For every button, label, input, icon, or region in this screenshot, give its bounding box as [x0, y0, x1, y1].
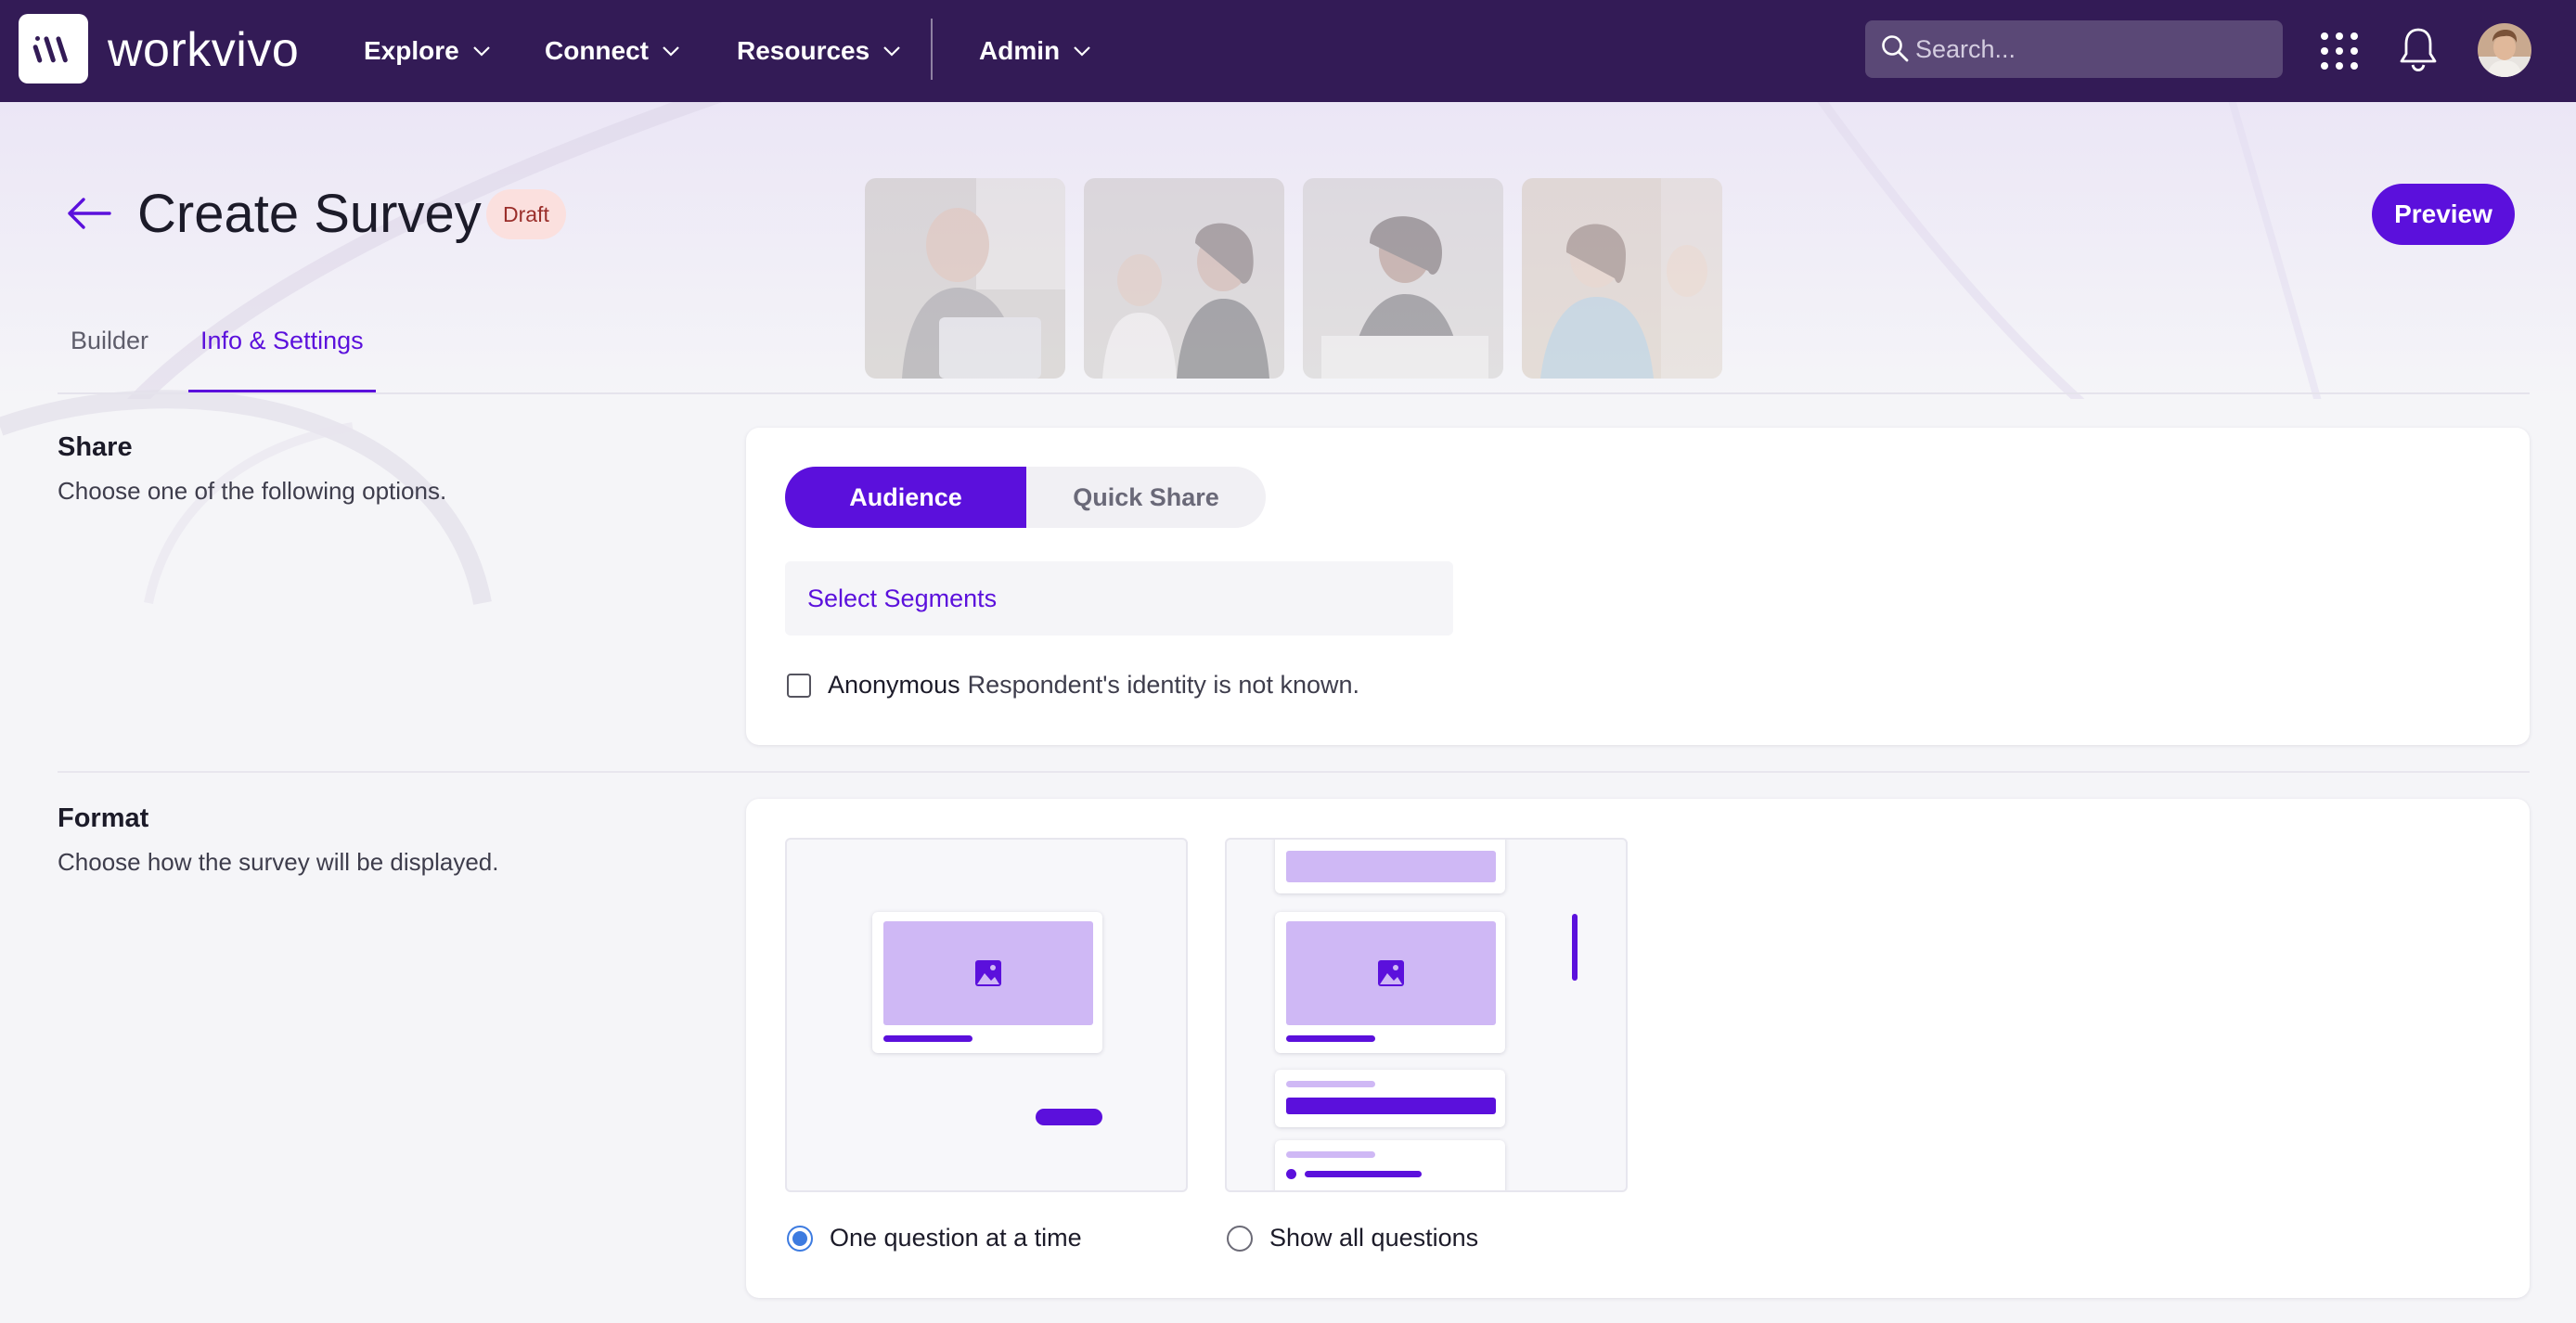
decorative-arc: [0, 390, 492, 605]
tab-builder[interactable]: Builder: [71, 327, 148, 392]
preview-button[interactable]: Preview: [2372, 184, 2515, 245]
anonymous-option: Anonymous Respondent's identity is not k…: [787, 671, 1359, 700]
preview-question-card: [1275, 1070, 1505, 1127]
anonymous-checkbox[interactable]: [787, 673, 811, 698]
search-icon: [1880, 33, 1910, 68]
audience-toggle-button[interactable]: Audience: [785, 467, 1026, 528]
preview-question-card: [872, 912, 1102, 1053]
nav-connect[interactable]: Connect: [545, 31, 680, 71]
quick-share-toggle-button[interactable]: Quick Share: [1026, 467, 1266, 528]
status-badge: Draft: [486, 189, 566, 239]
preview-bar: [1305, 1171, 1422, 1177]
header-photo: [1522, 178, 1722, 379]
header-photo: [865, 178, 1065, 379]
share-mode-toggle: Audience Quick Share: [785, 467, 1266, 528]
preview-question-card: [1275, 1140, 1505, 1190]
section-divider: [58, 771, 2530, 773]
anonymous-label: Anonymous: [828, 671, 960, 699]
preview-bar: [1286, 1151, 1375, 1158]
preview-bar: [1286, 1081, 1375, 1087]
chevron-down-icon: [662, 45, 680, 57]
chevron-down-icon: [1073, 45, 1091, 57]
preview-question-card: [1275, 840, 1505, 893]
preview-next-button: [1036, 1109, 1102, 1125]
bell-icon[interactable]: [2398, 26, 2439, 77]
top-navigation: workvivo Explore Connect Resources Admin: [0, 0, 2576, 102]
share-section-title: Share: [58, 432, 133, 462]
header-photo: [1303, 178, 1503, 379]
format-option-label: Show all questions: [1269, 1224, 1479, 1252]
radio-button-selected[interactable]: [787, 1225, 813, 1252]
format-option-label: One question at a time: [830, 1224, 1082, 1252]
format-section-title: Format: [58, 803, 149, 833]
select-segments-field[interactable]: Select Segments: [785, 561, 1453, 636]
page-title: Create Survey: [137, 184, 482, 244]
preview-bar: [1286, 851, 1496, 882]
preview-dot: [1286, 1169, 1296, 1179]
format-radio-one-at-a-time[interactable]: One question at a time: [787, 1224, 1082, 1252]
avatar[interactable]: [2478, 23, 2531, 77]
image-icon: [1286, 921, 1496, 1025]
preview-scrollbar: [1572, 914, 1578, 981]
anonymous-description: Respondent's identity is not known.: [967, 671, 1359, 699]
radio-button[interactable]: [1227, 1225, 1253, 1252]
preview-question-card: [1275, 912, 1505, 1053]
preview-bar: [1286, 1098, 1496, 1114]
nav-explore[interactable]: Explore: [364, 31, 491, 71]
header-photo: [1084, 178, 1284, 379]
format-card: One question at a time Show all question…: [746, 799, 2530, 1298]
nav-resources[interactable]: Resources: [737, 31, 901, 71]
nav-resources-label: Resources: [737, 36, 870, 65]
grid-icon[interactable]: [2320, 32, 2359, 75]
nav-explore-label: Explore: [364, 36, 459, 65]
format-option-show-all[interactable]: [1225, 838, 1628, 1192]
share-section-description: Choose one of the following options.: [58, 477, 447, 505]
tab-info-settings[interactable]: Info & Settings: [189, 327, 375, 392]
nav-connect-label: Connect: [545, 36, 649, 65]
search-box: [1865, 20, 2283, 78]
workvivo-logo-icon[interactable]: [19, 14, 88, 83]
preview-bar: [1286, 1035, 1375, 1042]
search-input[interactable]: [1915, 20, 2268, 78]
brand-name[interactable]: workvivo: [108, 22, 299, 78]
nav-divider: [931, 19, 933, 80]
image-icon: [883, 921, 1093, 1025]
format-radio-show-all[interactable]: Show all questions: [1227, 1224, 1478, 1252]
share-card: Audience Quick Share Select Segments Ano…: [746, 428, 2530, 745]
preview-bar: [883, 1035, 972, 1042]
arrow-left-icon[interactable]: [65, 193, 113, 238]
header-background: [0, 102, 2576, 399]
nav-admin-label: Admin: [979, 36, 1061, 65]
chevron-down-icon: [882, 45, 901, 57]
format-option-one-at-a-time[interactable]: [785, 838, 1188, 1192]
nav-admin[interactable]: Admin: [979, 31, 1091, 71]
format-section-description: Choose how the survey will be displayed.: [58, 848, 499, 876]
tabs-divider: [58, 392, 2530, 394]
chevron-down-icon: [472, 45, 491, 57]
